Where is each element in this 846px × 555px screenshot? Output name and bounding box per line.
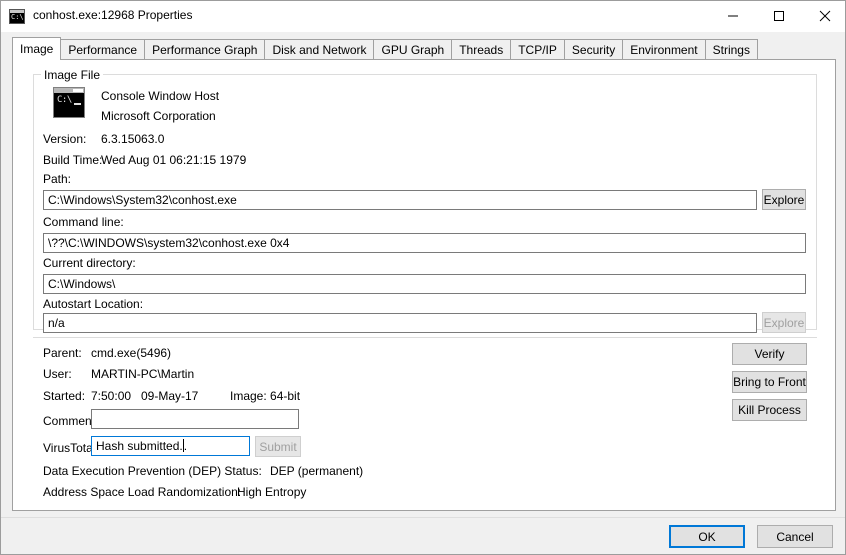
product-name: Console Window Host: [101, 89, 220, 103]
command-line-label: Command line:: [43, 215, 124, 229]
tab-security[interactable]: Security: [563, 39, 624, 60]
autostart-location-label: Autostart Location:: [43, 297, 144, 311]
console-window-icon: C:\: [9, 9, 25, 24]
parent-label: Parent:: [43, 346, 82, 360]
dep-status-value: DEP (permanent): [270, 464, 364, 478]
tab-image[interactable]: Image: [12, 37, 62, 60]
verify-button[interactable]: Verify: [732, 343, 807, 365]
dep-status-label: Data Execution Prevention (DEP) Status:: [43, 464, 262, 478]
version-value: 6.3.15063.0: [101, 132, 165, 146]
tab-performance[interactable]: Performance: [60, 39, 146, 60]
tab-strings[interactable]: Strings: [704, 39, 758, 60]
tab-environment[interactable]: Environment: [622, 39, 706, 60]
virustotal-submit-button: Submit: [255, 436, 301, 457]
company-name: Microsoft Corporation: [101, 109, 216, 123]
maximize-icon[interactable]: [756, 1, 801, 31]
close-icon[interactable]: [802, 1, 845, 31]
current-directory-label: Current directory:: [43, 256, 136, 270]
icon-cursor: [74, 103, 81, 105]
parent-value: cmd.exe(5496): [91, 346, 172, 360]
autostart-explore-button: Explore: [762, 312, 806, 333]
dialog-footer: OK Cancel: [1, 518, 845, 554]
aslr-value: High Entropy: [237, 485, 307, 499]
image-file-icon: C:\: [53, 87, 85, 118]
title-bar[interactable]: C:\ conhost.exe:12968 Properties: [1, 1, 845, 33]
aslr-label: Address Space Load Randomization:: [43, 485, 242, 499]
version-label: Version:: [43, 132, 87, 146]
build-time-label: Build Time:: [43, 153, 103, 167]
tab-disk-and-network[interactable]: Disk and Network: [264, 39, 375, 60]
path-label: Path:: [43, 172, 72, 186]
virustotal-input[interactable]: Hash submitted..: [91, 436, 250, 456]
tab-gpu-graph[interactable]: GPU Graph: [373, 39, 453, 60]
icon-titlebar-strip: [54, 88, 84, 93]
bring-to-front-button[interactable]: Bring to Front: [732, 371, 807, 393]
user-label: User:: [43, 367, 72, 381]
cancel-button[interactable]: Cancel: [757, 525, 833, 548]
kill-process-button[interactable]: Kill Process: [732, 399, 807, 421]
section-divider: [33, 337, 817, 338]
process-properties-window: C:\ conhost.exe:12968 Properties Image P…: [0, 0, 846, 555]
started-label: Started:: [43, 389, 86, 403]
started-date: 09-May-17: [141, 389, 199, 403]
icon-prompt-label: C:\: [57, 95, 72, 105]
path-explore-button[interactable]: Explore: [762, 189, 806, 210]
ok-button[interactable]: OK: [669, 525, 745, 548]
window-title: conhost.exe:12968 Properties: [33, 8, 193, 22]
tab-performance-graph[interactable]: Performance Graph: [144, 39, 266, 60]
current-directory-input[interactable]: C:\Windows\: [43, 274, 806, 294]
virustotal-text-before-caret: Hash submitted.: [96, 439, 183, 453]
tab-list: Image Performance Performance Graph Disk…: [12, 37, 758, 60]
tab-tcp-ip[interactable]: TCP/IP: [510, 39, 565, 60]
build-time-value: Wed Aug 01 06:21:15 1979: [101, 153, 247, 167]
image-file-group-label: Image File: [41, 68, 104, 82]
minimize-icon[interactable]: [710, 1, 755, 31]
path-input[interactable]: C:\Windows\System32\conhost.exe: [43, 190, 757, 210]
command-line-input[interactable]: \??\C:\WINDOWS\system32\conhost.exe 0x4: [43, 233, 806, 253]
icon-prompt-text: C:\: [11, 13, 24, 21]
started-time: 7:50:00: [91, 389, 132, 403]
image-tab-page: Image File C:\ Console Window Host Micro…: [12, 59, 836, 511]
tab-strip: Image Performance Performance Graph Disk…: [1, 32, 845, 60]
image-bitness: Image: 64-bit: [230, 389, 301, 403]
tab-threads[interactable]: Threads: [451, 39, 512, 60]
icon-window-buttons: [73, 89, 83, 92]
virustotal-text-after-caret: .: [183, 439, 188, 453]
comment-input[interactable]: [91, 409, 299, 429]
autostart-location-input[interactable]: n/a: [43, 313, 757, 333]
user-value: MARTIN-PC\Martin: [91, 367, 195, 381]
